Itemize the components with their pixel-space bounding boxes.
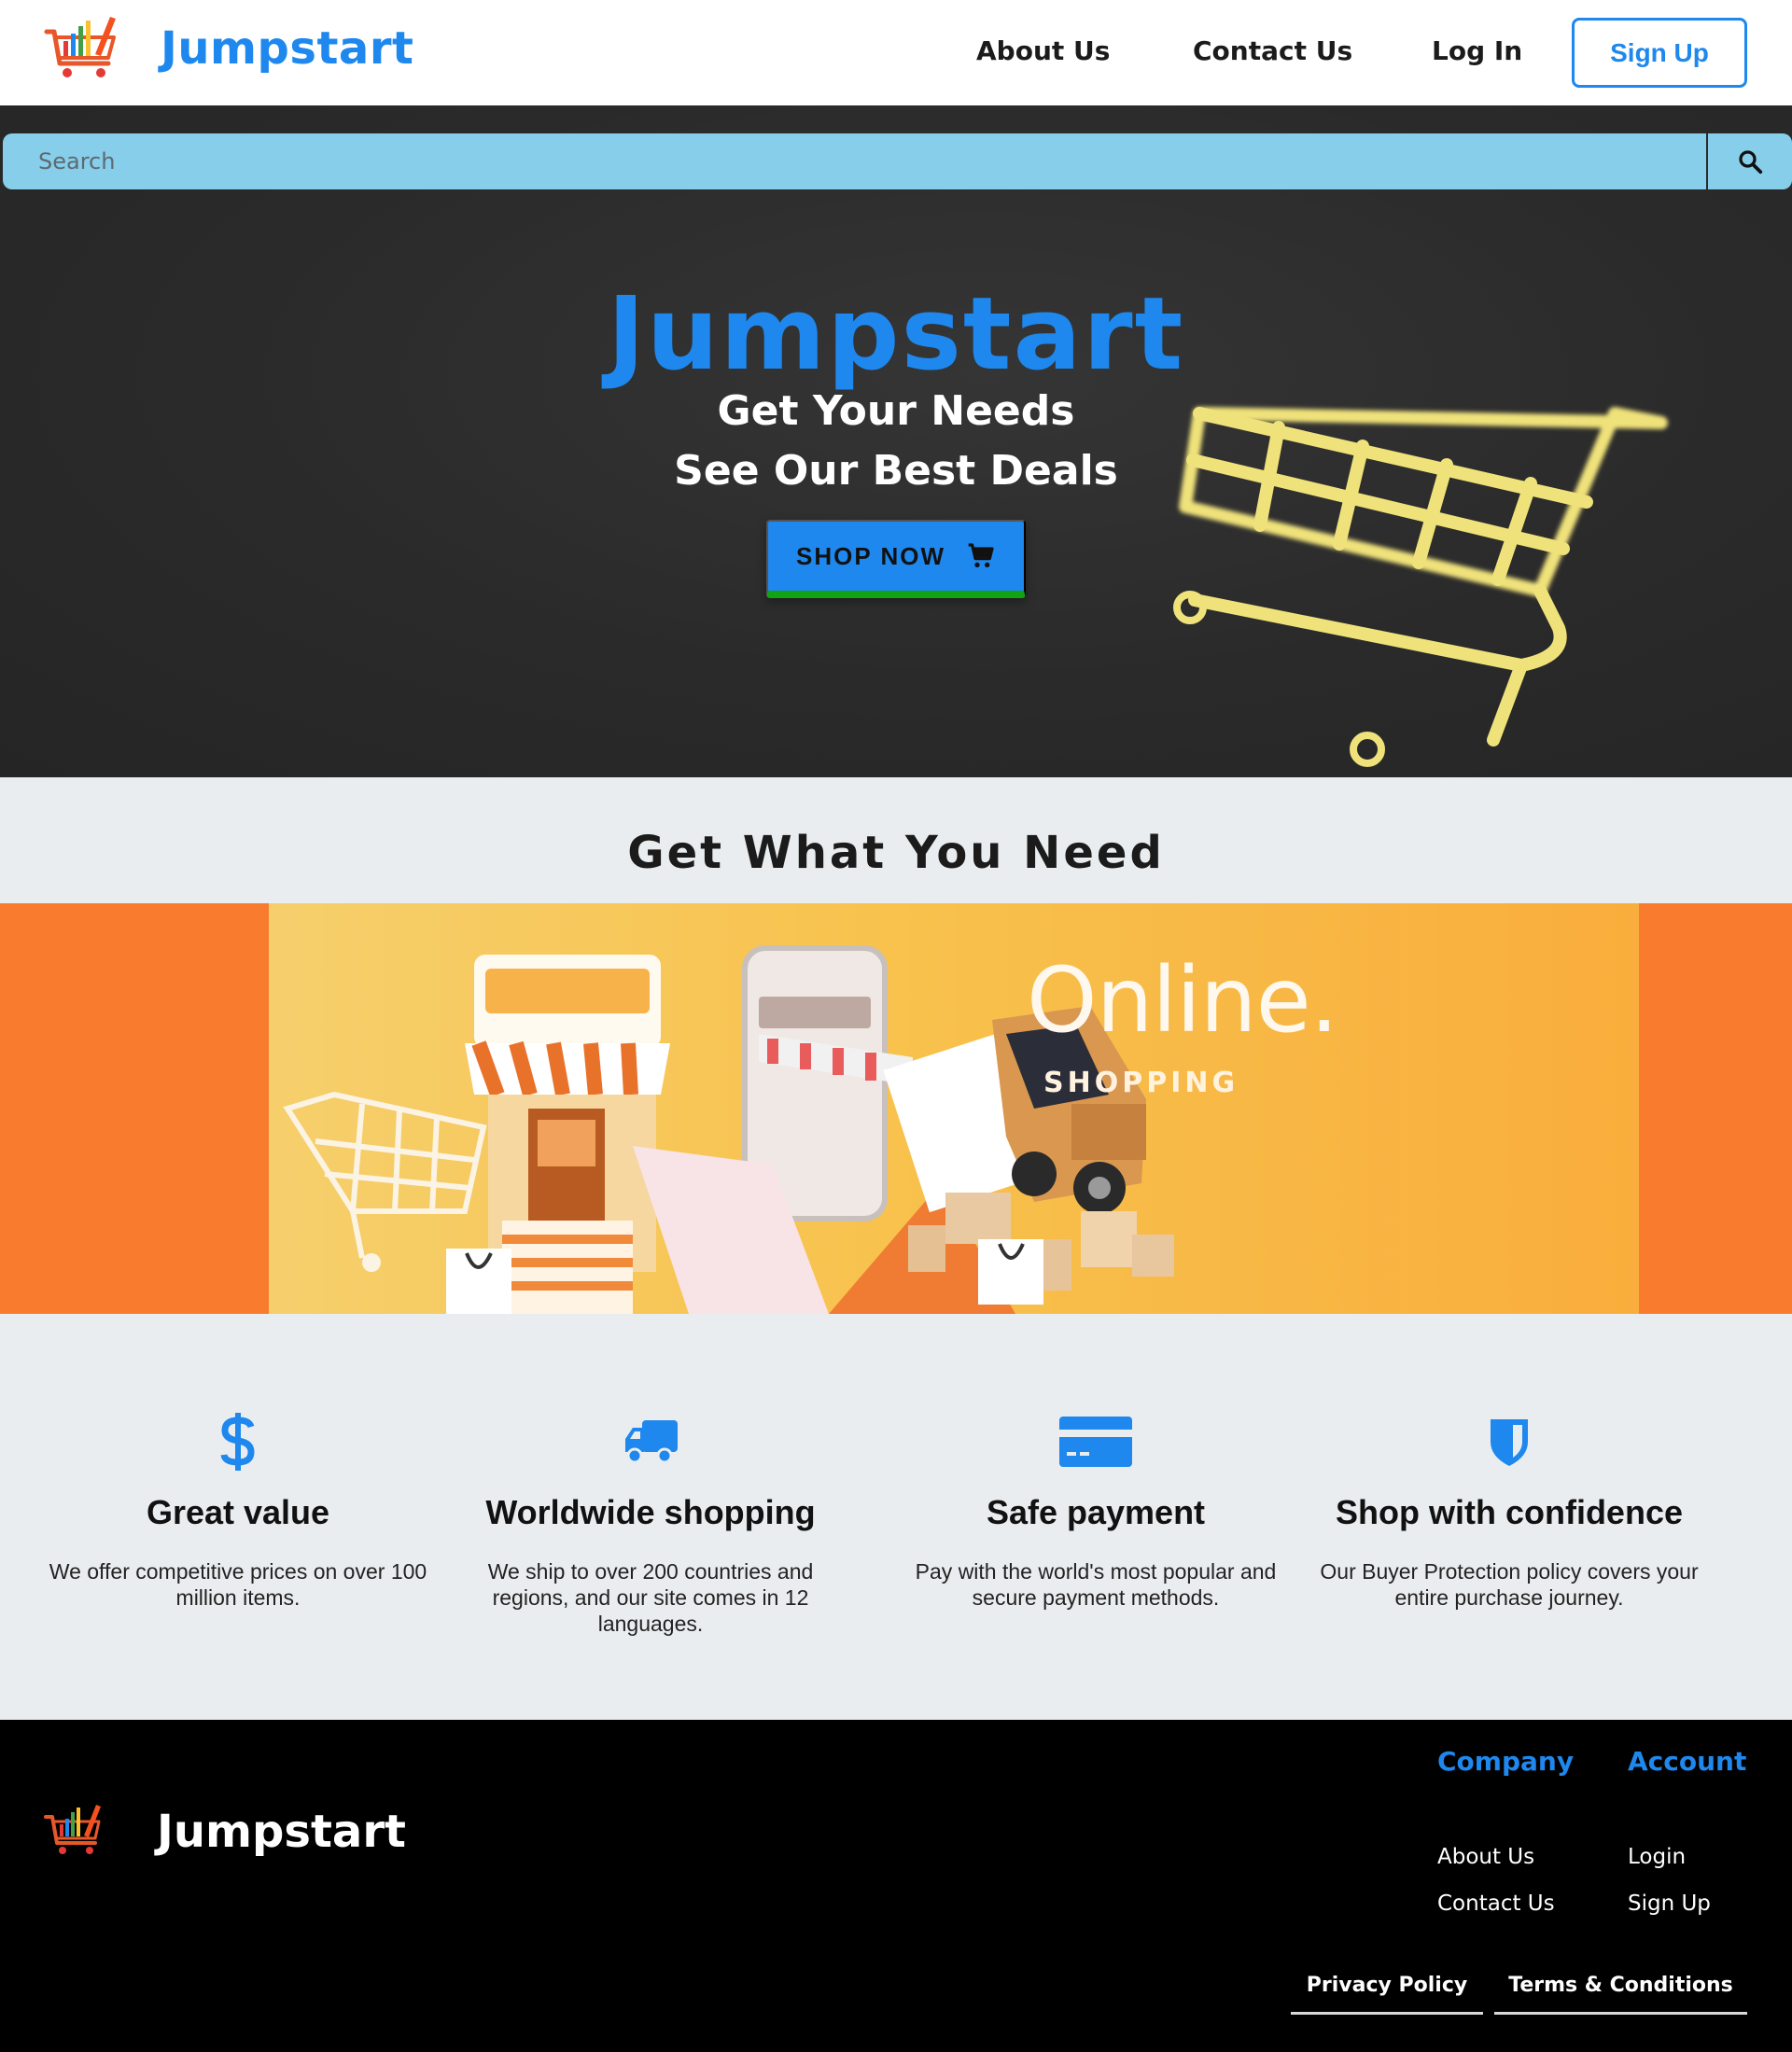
- footer-brand-name: Jumpstart: [157, 1806, 406, 1858]
- truck-icon: [445, 1409, 856, 1474]
- hero-title: Jumpstart: [607, 276, 1185, 393]
- footer-account-heading: Account: [1628, 1746, 1747, 1777]
- sign-up-button[interactable]: Sign Up: [1572, 18, 1747, 88]
- feature-shop-with-confidence: Shop with confidence Our Buyer Protectio…: [1304, 1409, 1715, 1611]
- search-button[interactable]: [1706, 133, 1792, 189]
- banner-headline: Online.: [1027, 948, 1338, 1053]
- feature-title: Shop with confidence: [1335, 1493, 1683, 1531]
- cart-icon: [968, 543, 994, 567]
- brand-name: Jumpstart: [161, 22, 414, 75]
- shop-now-button[interactable]: SHOP NOW: [766, 520, 1026, 598]
- hero-tagline-1: Get Your Needs: [717, 387, 1075, 435]
- privacy-policy-link[interactable]: Privacy Policy: [1291, 1972, 1483, 2015]
- section-title: Get What You Need: [627, 827, 1165, 879]
- hero-section: Jumpstart Get Your Needs See Our Best De…: [0, 105, 1792, 777]
- feature-description: Our Buyer Protection policy covers your …: [1320, 1559, 1699, 1610]
- banner-illustration: [269, 903, 1639, 1314]
- feature-description: We ship to over 200 countries and region…: [487, 1559, 814, 1636]
- nav-about-us-link[interactable]: About Us: [976, 35, 1110, 66]
- cart-logo-icon: [44, 17, 116, 77]
- shield-icon: [1304, 1409, 1715, 1474]
- footer-sign-up-link[interactable]: Sign Up: [1628, 1891, 1711, 1916]
- shop-now-label: SHOP NOW: [796, 541, 945, 570]
- feature-safe-payment: Safe payment Pay with the world's most p…: [890, 1409, 1301, 1611]
- feature-description: Pay with the world's most popular and se…: [915, 1559, 1277, 1610]
- dollar-icon: [33, 1409, 443, 1474]
- feature-title: Great value: [146, 1493, 330, 1531]
- footer-company-heading: Company: [1437, 1746, 1575, 1777]
- footer: Jumpstart Company Account About Us Conta…: [0, 1720, 1792, 2052]
- search-icon: [1739, 150, 1763, 174]
- shopping-cart-image: [1173, 407, 1668, 767]
- footer-about-us-link[interactable]: About Us: [1437, 1845, 1534, 1869]
- feature-great-value: Great value We offer competitive prices …: [33, 1409, 443, 1611]
- search-bar: [3, 133, 1792, 189]
- nav-log-in-link[interactable]: Log In: [1432, 35, 1522, 66]
- footer-contact-us-link[interactable]: Contact Us: [1437, 1891, 1555, 1916]
- feature-description: We offer competitive prices on over 100 …: [49, 1559, 427, 1610]
- online-shopping-banner: Online. SHOPPING: [0, 903, 1792, 1314]
- search-input[interactable]: [3, 133, 1706, 189]
- feature-title: Worldwide shopping: [485, 1493, 816, 1531]
- feature-worldwide-shopping: Worldwide shopping We ship to over 200 c…: [445, 1409, 856, 1637]
- footer-login-link[interactable]: Login: [1628, 1845, 1686, 1869]
- feature-title: Safe payment: [986, 1493, 1206, 1531]
- terms-conditions-link[interactable]: Terms & Conditions: [1494, 1972, 1747, 2015]
- hero-tagline-2: See Our Best Deals: [674, 447, 1118, 495]
- brand[interactable]: Jumpstart: [43, 13, 413, 84]
- credit-card-icon: [890, 1409, 1301, 1474]
- cart-logo-icon: [44, 1805, 101, 1854]
- banner-subline: SHOPPING: [1043, 1067, 1239, 1099]
- nav-contact-us-link[interactable]: Contact Us: [1193, 35, 1352, 66]
- navbar: Jumpstart About Us Contact Us Log In Sig…: [0, 0, 1792, 105]
